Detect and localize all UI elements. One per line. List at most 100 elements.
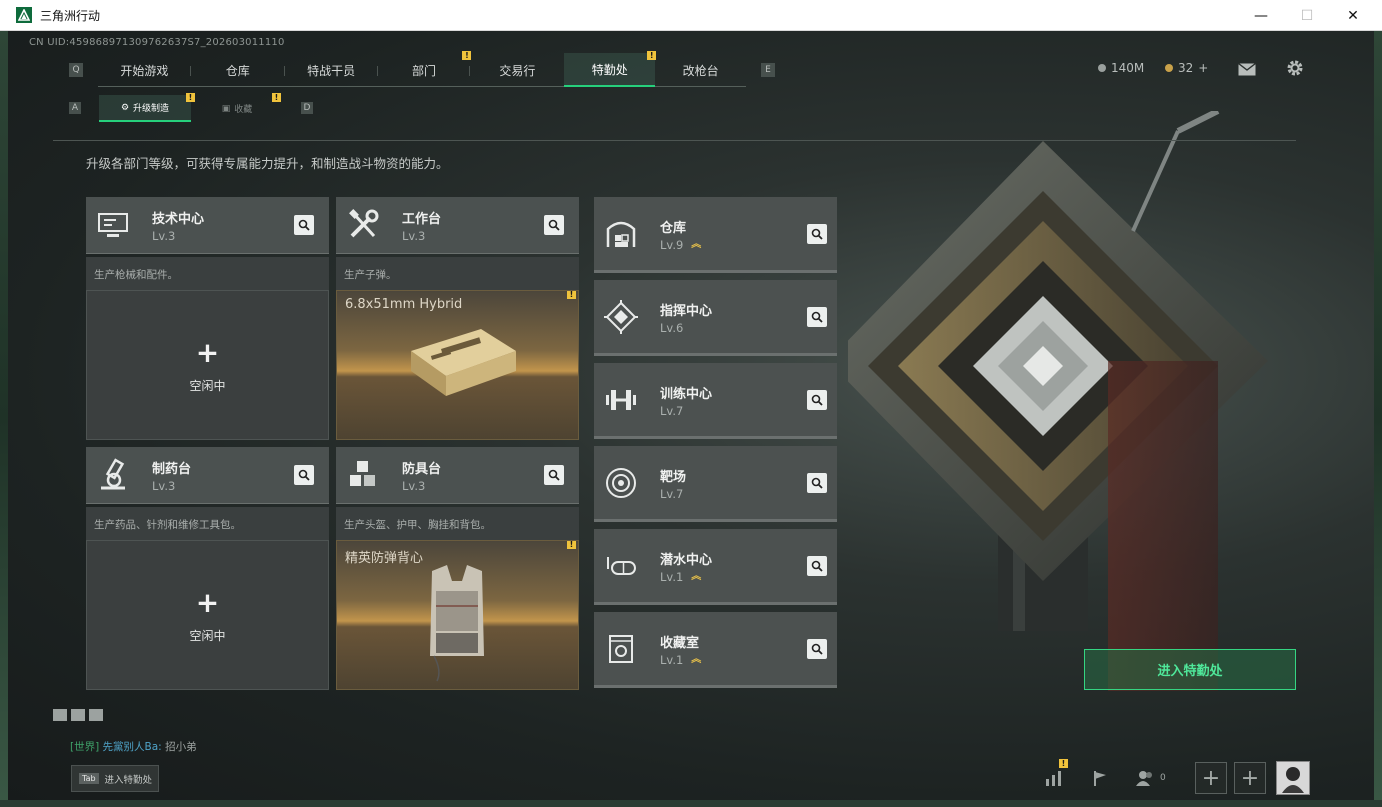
chat-channel-icon[interactable] [89, 709, 103, 721]
chat-toolbar[interactable] [53, 709, 103, 721]
subnav-prev-key-hint: A [69, 102, 81, 114]
maximize-button[interactable]: ☐ [1284, 0, 1330, 31]
window-title: 三角洲行动 [40, 8, 101, 23]
warehouse-icon [604, 217, 638, 251]
workstation-name: 工作台 [402, 212, 442, 227]
notification-badge: ! [1059, 759, 1068, 768]
tab-label: 特战干员 [307, 63, 356, 78]
divider-line [53, 140, 1296, 141]
tab-warehouse[interactable]: 仓库 [191, 53, 285, 87]
facility-training-center[interactable]: 训练中心 Lv.7 [594, 363, 837, 439]
facility-level: Lv.6 [660, 321, 684, 335]
cubes-icon [346, 458, 380, 492]
search-icon[interactable] [807, 473, 827, 493]
money-icon [1098, 64, 1106, 72]
workstation-tech-center[interactable]: 技术中心 Lv.3 [86, 197, 329, 254]
workstation-armor-bench[interactable]: 防具台 Lv.3 [336, 447, 579, 504]
tab-operators[interactable]: 特战干员 [285, 53, 378, 87]
enter-special-ops-button[interactable]: 进入特勤处 [1084, 649, 1296, 690]
search-icon[interactable] [294, 465, 314, 485]
background-pillar [1108, 361, 1218, 691]
facility-warehouse[interactable]: 仓库 Lv.9 ︽ [594, 197, 837, 273]
tab-label: 部门 [411, 63, 436, 78]
upgrade-available-icon: ︽ [691, 654, 702, 665]
facility-name: 收藏室 [660, 636, 700, 651]
chat-expand-icon[interactable] [71, 709, 85, 721]
search-icon[interactable] [807, 307, 827, 327]
tab-label: 开始游戏 [120, 63, 169, 78]
notification-badge: ! [272, 93, 281, 102]
tab-label: 仓库 [225, 63, 250, 78]
search-icon[interactable] [807, 556, 827, 576]
avatar[interactable] [1276, 761, 1310, 795]
minimize-button[interactable]: — [1238, 0, 1284, 31]
facility-command-center[interactable]: 指挥中心 Lv.6 [594, 280, 837, 356]
search-icon[interactable] [544, 215, 564, 235]
tab-special-ops[interactable]: 特勤处 ! [564, 51, 657, 87]
tools-icon [346, 208, 380, 242]
search-icon[interactable] [807, 639, 827, 659]
tab-label: 改枪台 [682, 63, 719, 78]
idle-label: 空闲中 [189, 629, 226, 643]
workstation-description: 生产药品、针剂和维修工具包。 [86, 507, 329, 540]
nav-next-key-hint: E [761, 63, 775, 77]
facility-name: 指挥中心 [660, 304, 713, 319]
product-name: 精英防弹背心 [345, 551, 424, 566]
facility-name: 靶场 [660, 470, 687, 485]
tab-shortcut-hint[interactable]: Tab 进入特勤处 [71, 765, 159, 792]
search-icon[interactable] [294, 215, 314, 235]
stats-chart-icon[interactable]: ! [1038, 759, 1070, 794]
workstation-name: 制药台 [152, 462, 192, 477]
coin-display[interactable]: 32 + [1165, 61, 1208, 75]
chat-message: [世界] 先黨别人Ba: 招小弟 [70, 739, 197, 754]
tab-department[interactable]: 部门 ! [378, 51, 472, 87]
friends-button[interactable]: 0 [1136, 762, 1186, 794]
facility-level: Lv.1 [660, 653, 684, 667]
tab-start-game[interactable]: 开始游戏 [98, 53, 191, 87]
settings-gear-icon[interactable] [1286, 59, 1304, 81]
facility-shooting-range[interactable]: 靶场 Lv.7 [594, 446, 837, 522]
production-slot[interactable]: 精英防弹背心 ! [336, 540, 579, 690]
facility-level: Lv.9 [660, 238, 684, 252]
chat-emoji-icon[interactable] [53, 709, 67, 721]
notification-badge: ! [567, 541, 576, 549]
tab-label: 交易行 [499, 63, 536, 78]
desktop-background-right [1374, 31, 1382, 807]
mail-icon[interactable] [1238, 61, 1256, 80]
facility-diving-center[interactable]: 潜水中心 Lv.1 ︽ [594, 529, 837, 605]
facility-level: Lv.1 [660, 570, 684, 584]
facility-collection-room[interactable]: 收藏室 Lv.1 ︽ [594, 612, 837, 688]
subtab-collection[interactable]: ▣ 收藏 ! [191, 93, 283, 122]
desktop-background-left [0, 31, 8, 807]
tab-trade-market[interactable]: 交易行 [470, 53, 564, 87]
coin-icon [1165, 64, 1173, 72]
game-viewport: CN UID:459868971309762637S7_202603011110… [8, 31, 1374, 800]
production-slot[interactable]: 6.8x51mm Hybrid ! [336, 290, 579, 440]
tab-label: 特勤处 [591, 62, 628, 77]
workstation-level: Lv.3 [152, 479, 176, 493]
search-icon[interactable] [807, 224, 827, 244]
flag-icon[interactable] [1084, 762, 1116, 794]
tab-gunsmith[interactable]: 改枪台 [655, 53, 746, 87]
add-production-icon: + [195, 336, 220, 369]
idle-slot[interactable]: + 空闲中 [86, 290, 329, 440]
search-icon[interactable] [544, 465, 564, 485]
workstation-pharmacy[interactable]: 制药台 Lv.3 [86, 447, 329, 504]
workstation-workbench[interactable]: 工作台 Lv.3 [336, 197, 579, 254]
upgrade-available-icon: ︽ [691, 571, 702, 582]
idle-slot[interactable]: + 空闲中 [86, 540, 329, 690]
workstation-level: Lv.3 [152, 229, 176, 243]
desktop-background-bottom [0, 800, 1382, 807]
close-button[interactable]: ✕ [1330, 0, 1376, 31]
subtab-upgrade-craft[interactable]: ⚙ 升级制造 ! [99, 93, 195, 122]
subtab-label: 收藏 [234, 105, 253, 115]
chat-channel: [世界] [70, 741, 100, 753]
add-squad-slot-button[interactable]: + [1234, 762, 1266, 794]
add-squad-slot-button[interactable]: + [1195, 762, 1227, 794]
add-coins-button[interactable]: + [1198, 61, 1208, 75]
window-titlebar: 三角洲行动 — ☐ ✕ [0, 0, 1382, 31]
search-icon[interactable] [807, 390, 827, 410]
chat-text: 招小弟 [165, 741, 197, 753]
app-logo-icon [16, 7, 32, 23]
facility-level: Lv.7 [660, 404, 684, 418]
